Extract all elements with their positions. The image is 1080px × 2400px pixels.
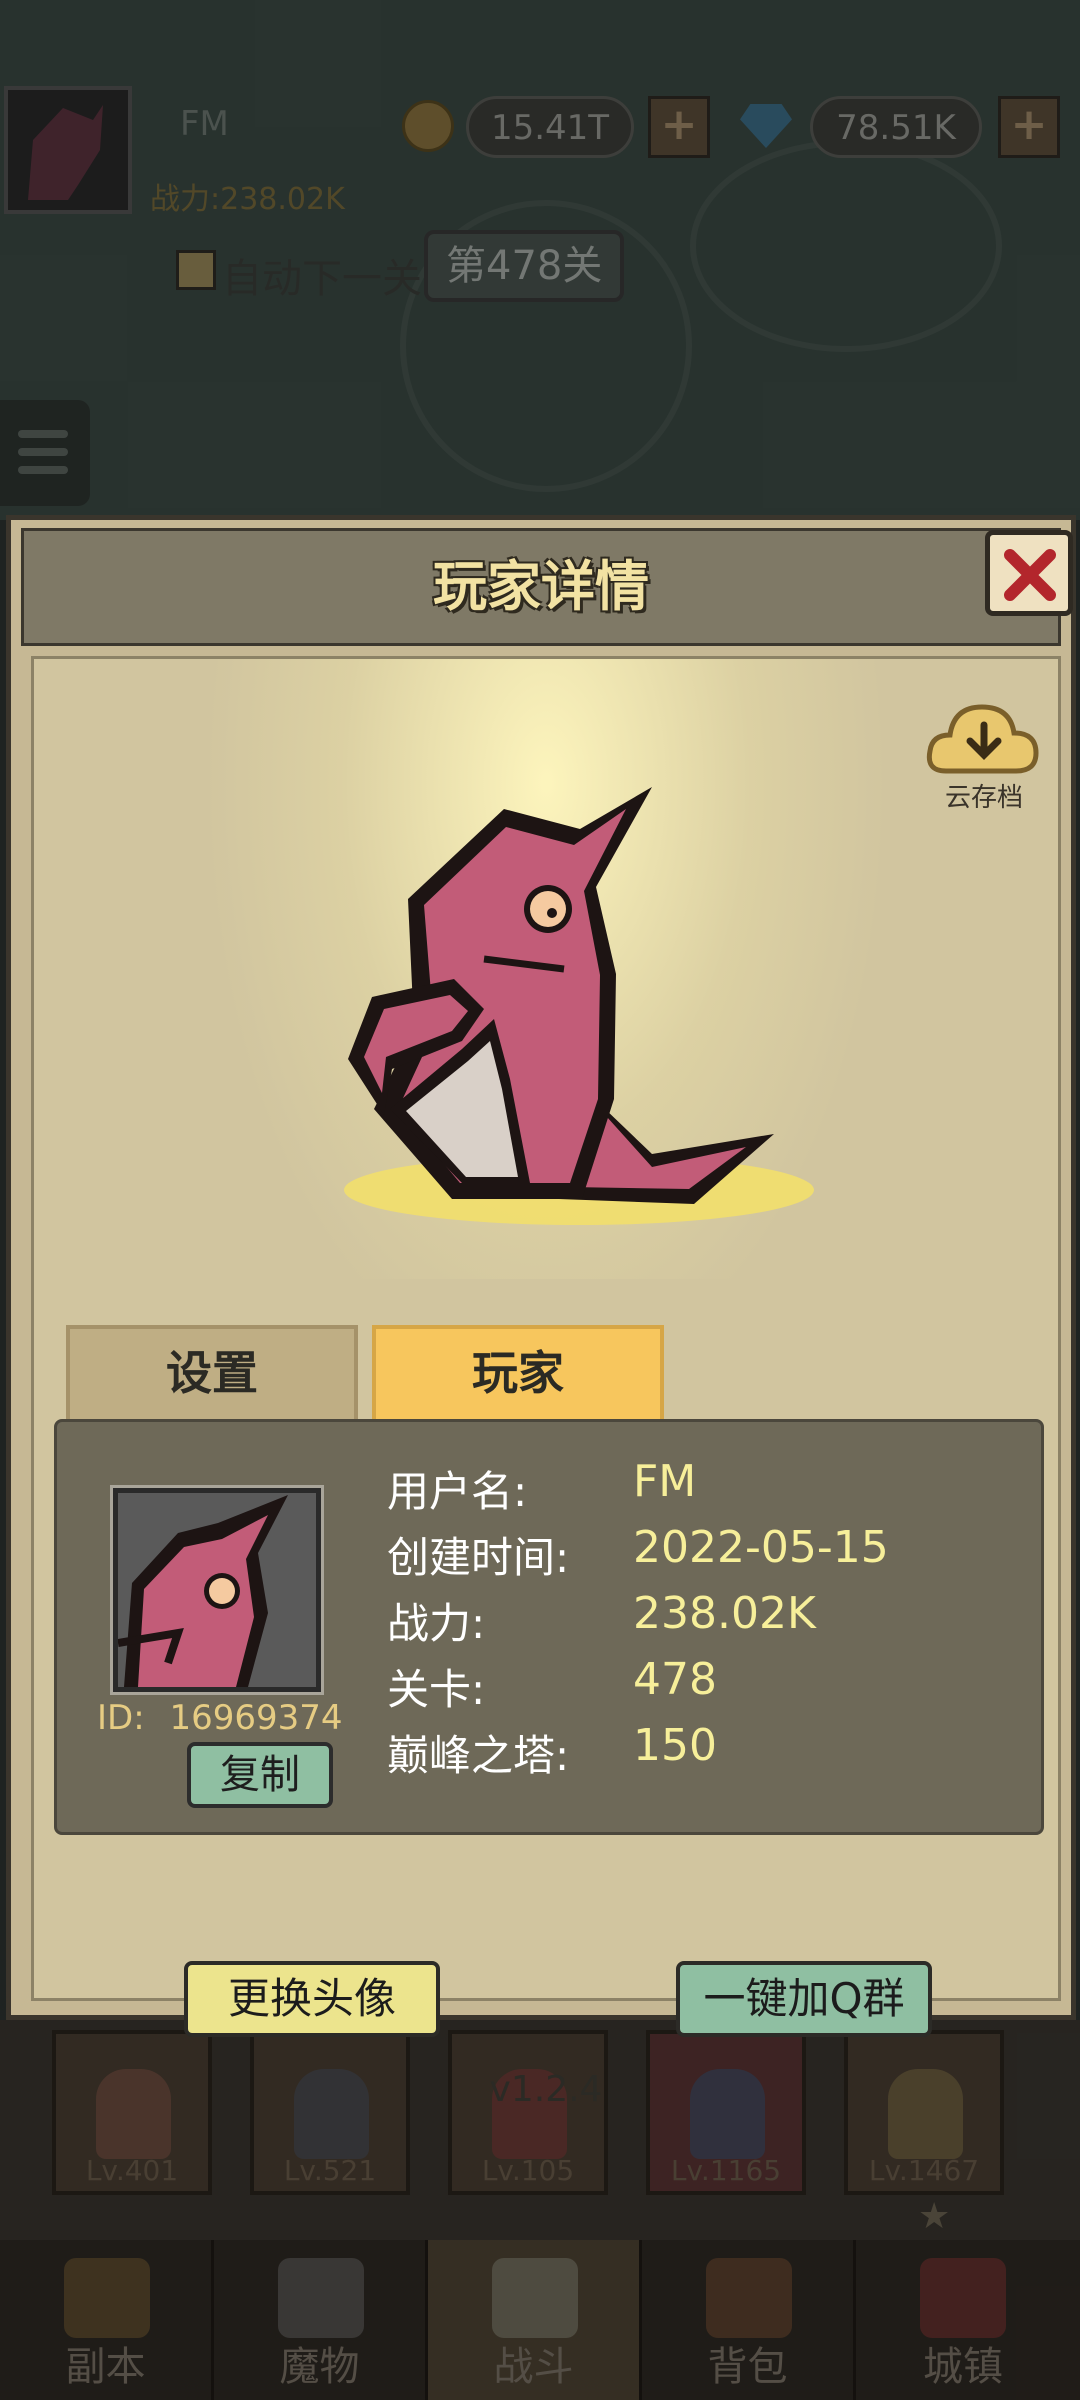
peak-tower-value: 150 [633, 1720, 717, 1771]
player-id: ID: 16969374 [97, 1698, 343, 1738]
username-value: FM [633, 1456, 697, 1507]
created-value: 2022-05-15 [633, 1522, 889, 1573]
modal-title: 玩家详情 [433, 555, 649, 618]
close-icon [1004, 549, 1056, 601]
player-details-modal: 玩家详情 云存档 设置 玩家 ID: 16969374 复制 用户名: FM 创… [6, 515, 1076, 2110]
created-label: 创建时间: [387, 1533, 570, 1582]
modal-content: 云存档 设置 玩家 ID: 16969374 复制 用户名: FM 创建时间: [31, 656, 1061, 2110]
player-id-value: 16969374 [169, 1698, 343, 1738]
version-label: v1.2.4 [489, 2069, 603, 2110]
dragon-character-icon [348, 787, 774, 1204]
player-info-panel: ID: 16969374 复制 用户名: FM 创建时间: 2022-05-15… [54, 1419, 1044, 1835]
join-qq-group-button[interactable]: 一键加Q群 [676, 1961, 932, 2037]
peak-tower-label: 巅峰之塔: [387, 1731, 570, 1780]
cloud-save-label: 云存档 [944, 783, 1023, 813]
modal-header: 玩家详情 [21, 528, 1061, 646]
change-avatar-button[interactable]: 更换头像 [184, 1961, 440, 2037]
player-avatar [110, 1485, 324, 1695]
stage-label: 关卡: [387, 1665, 486, 1714]
username-label: 用户名: [387, 1467, 528, 1516]
power-label: 战力: [387, 1599, 486, 1648]
cloud-save-button[interactable] [924, 689, 1044, 789]
close-button[interactable] [985, 530, 1073, 616]
copy-id-button[interactable]: 复制 [187, 1742, 333, 1808]
tab-player[interactable]: 玩家 [372, 1325, 664, 1421]
stage-value: 478 [633, 1654, 717, 1705]
cloud-download-icon [926, 704, 1039, 774]
dragon-avatar-icon [117, 1495, 288, 1687]
player-id-label: ID: [97, 1698, 145, 1738]
tab-settings[interactable]: 设置 [66, 1325, 358, 1421]
power-value: 238.02K [633, 1588, 816, 1639]
